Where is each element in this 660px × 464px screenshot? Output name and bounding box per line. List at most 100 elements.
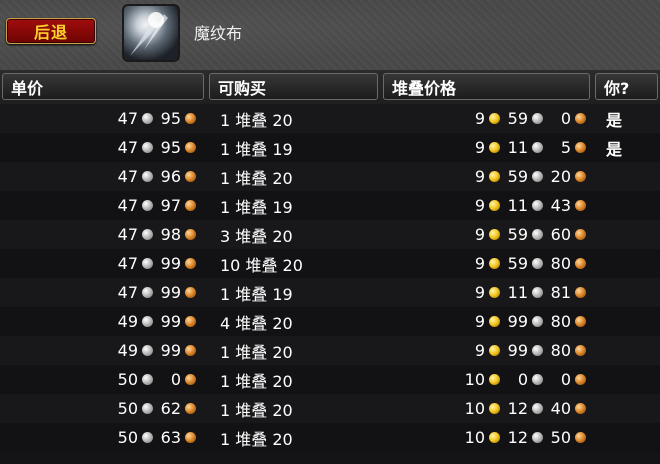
stack-silver-amount: 59 bbox=[507, 167, 528, 186]
copper-coin-icon bbox=[185, 345, 196, 356]
copper-coin-icon bbox=[575, 345, 586, 356]
silver-coin-icon bbox=[532, 432, 543, 443]
stack-copper-amount: 80 bbox=[550, 254, 571, 273]
stack-price: 9 11 81 bbox=[380, 278, 590, 307]
stack-copper-amount: 40 bbox=[550, 399, 571, 418]
stack-gold-amount: 9 bbox=[474, 109, 485, 128]
auction-row[interactable]: 50 0 1 堆叠 20 10 0 0 bbox=[0, 365, 660, 394]
stack-gold-amount: 9 bbox=[474, 138, 485, 157]
stack-copper-amount: 80 bbox=[550, 341, 571, 360]
unit-copper-amount: 0 bbox=[170, 370, 181, 389]
silver-coin-icon bbox=[532, 403, 543, 414]
unit-price: 47 97 bbox=[0, 191, 200, 220]
unit-copper-amount: 99 bbox=[160, 341, 181, 360]
stack-silver-amount: 59 bbox=[507, 109, 528, 128]
silver-coin-icon bbox=[142, 200, 153, 211]
stack-copper-amount: 80 bbox=[550, 312, 571, 331]
stack-gold-amount: 9 bbox=[474, 312, 485, 331]
stack-silver-amount: 99 bbox=[507, 312, 528, 331]
unit-silver-amount: 49 bbox=[117, 341, 138, 360]
unit-price: 47 96 bbox=[0, 162, 200, 191]
auction-row[interactable]: 47 95 1 堆叠 19 9 11 5 是 bbox=[0, 133, 660, 162]
gold-coin-icon bbox=[489, 345, 500, 356]
unit-copper-amount: 97 bbox=[160, 196, 181, 215]
silver-coin-icon bbox=[532, 345, 543, 356]
unit-price: 47 98 bbox=[0, 220, 200, 249]
silver-coin-icon bbox=[142, 374, 153, 385]
silver-coin-icon bbox=[532, 287, 543, 298]
column-header-available[interactable]: 可购买 bbox=[209, 73, 378, 100]
stack-gold-amount: 9 bbox=[474, 225, 485, 244]
stack-silver-amount: 12 bbox=[507, 428, 528, 447]
available-stacks: 4 堆叠 20 bbox=[220, 313, 293, 333]
auction-row[interactable]: 49 99 1 堆叠 20 9 99 80 bbox=[0, 336, 660, 365]
copper-coin-icon bbox=[575, 403, 586, 414]
spellcloth-item-icon[interactable] bbox=[122, 4, 180, 62]
available-stacks: 1 堆叠 20 bbox=[220, 168, 293, 188]
unit-copper-amount: 62 bbox=[160, 399, 181, 418]
silver-coin-icon bbox=[532, 171, 543, 182]
copper-coin-icon bbox=[185, 432, 196, 443]
unit-silver-amount: 47 bbox=[117, 225, 138, 244]
silver-coin-icon bbox=[142, 113, 153, 124]
auction-row[interactable]: 47 97 1 堆叠 19 9 11 43 bbox=[0, 191, 660, 220]
copper-coin-icon bbox=[185, 374, 196, 385]
stack-gold-amount: 10 bbox=[464, 428, 485, 447]
copper-coin-icon bbox=[185, 258, 196, 269]
unit-silver-amount: 47 bbox=[117, 254, 138, 273]
silver-coin-icon bbox=[532, 374, 543, 385]
copper-coin-icon bbox=[575, 142, 586, 153]
gold-coin-icon bbox=[489, 316, 500, 327]
auction-row[interactable]: 47 96 1 堆叠 20 9 59 20 bbox=[0, 162, 660, 191]
gold-coin-icon bbox=[489, 432, 500, 443]
stack-copper-amount: 0 bbox=[560, 370, 571, 389]
top-bar: 后退 魔纹布 bbox=[0, 0, 660, 70]
stack-silver-amount: 0 bbox=[517, 370, 528, 389]
back-button[interactable]: 后退 bbox=[6, 18, 96, 44]
silver-coin-icon bbox=[142, 142, 153, 153]
silver-coin-icon bbox=[142, 316, 153, 327]
unit-silver-amount: 50 bbox=[117, 399, 138, 418]
column-header-you[interactable]: 你? bbox=[595, 73, 658, 100]
stack-gold-amount: 9 bbox=[474, 196, 485, 215]
auction-list: 47 95 1 堆叠 20 9 59 0 是 47 95 1 堆叠 19 9 11 5 是 47 96 1 堆叠… bbox=[0, 104, 660, 452]
copper-coin-icon bbox=[575, 316, 586, 327]
auction-row[interactable]: 47 98 3 堆叠 20 9 59 60 bbox=[0, 220, 660, 249]
unit-price: 47 95 bbox=[0, 133, 200, 162]
silver-coin-icon bbox=[532, 258, 543, 269]
stack-price: 9 99 80 bbox=[380, 307, 590, 336]
auction-row[interactable]: 49 99 4 堆叠 20 9 99 80 bbox=[0, 307, 660, 336]
gold-coin-icon bbox=[489, 200, 500, 211]
unit-price: 49 99 bbox=[0, 336, 200, 365]
column-header-bar: 单价 可购买 堆叠价格 你? bbox=[0, 70, 660, 104]
copper-coin-icon bbox=[575, 432, 586, 443]
available-stacks: 10 堆叠 20 bbox=[220, 255, 303, 275]
unit-price: 50 63 bbox=[0, 423, 200, 452]
column-header-unit-price[interactable]: 单价 bbox=[2, 73, 204, 100]
auction-row[interactable]: 50 62 1 堆叠 20 10 12 40 bbox=[0, 394, 660, 423]
unit-copper-amount: 99 bbox=[160, 312, 181, 331]
auction-row[interactable]: 47 99 1 堆叠 19 9 11 81 bbox=[0, 278, 660, 307]
copper-coin-icon bbox=[575, 113, 586, 124]
gold-coin-icon bbox=[489, 171, 500, 182]
unit-silver-amount: 49 bbox=[117, 312, 138, 331]
available-stacks: 1 堆叠 19 bbox=[220, 139, 293, 159]
auction-row[interactable]: 47 99 10 堆叠 20 9 59 80 bbox=[0, 249, 660, 278]
stack-price: 9 59 60 bbox=[380, 220, 590, 249]
gold-coin-icon bbox=[489, 229, 500, 240]
unit-copper-amount: 99 bbox=[160, 283, 181, 302]
copper-coin-icon bbox=[575, 374, 586, 385]
auction-row[interactable]: 50 63 1 堆叠 20 10 12 50 bbox=[0, 423, 660, 452]
unit-copper-amount: 96 bbox=[160, 167, 181, 186]
stack-copper-amount: 43 bbox=[550, 196, 571, 215]
auction-row[interactable]: 47 95 1 堆叠 20 9 59 0 是 bbox=[0, 104, 660, 133]
unit-copper-amount: 99 bbox=[160, 254, 181, 273]
column-header-stack-price[interactable]: 堆叠价格 bbox=[383, 73, 590, 100]
silver-coin-icon bbox=[142, 403, 153, 414]
available-stacks: 1 堆叠 19 bbox=[220, 284, 293, 304]
gold-coin-icon bbox=[489, 142, 500, 153]
stack-silver-amount: 11 bbox=[507, 138, 528, 157]
available-stacks: 1 堆叠 19 bbox=[220, 197, 293, 217]
available-stacks: 1 堆叠 20 bbox=[220, 342, 293, 362]
copper-coin-icon bbox=[575, 287, 586, 298]
